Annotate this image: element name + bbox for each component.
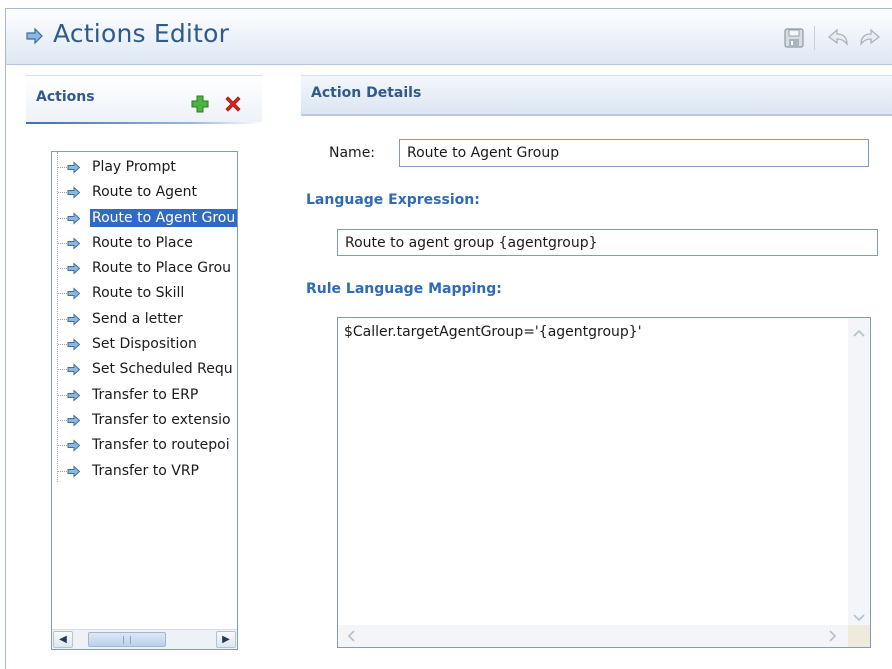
action-tree-item[interactable]: Route to Place [52,231,237,256]
undo-button[interactable] [826,26,850,50]
arrow-right-icon [67,211,81,225]
action-tree-item[interactable]: Play Prompt [52,155,237,180]
scroll-thumb[interactable] [88,632,166,647]
action-item-label: Set Scheduled Requ [92,361,233,378]
tree-connector [58,369,67,371]
tree-connector [58,242,67,244]
tree-connector [58,445,67,447]
chevron-up-icon [853,329,865,337]
chevron-down-icon [853,614,865,622]
scroll-right-button[interactable]: ▶ [216,631,236,648]
action-item-label: Route to Skill [92,285,185,302]
add-action-button[interactable] [190,94,210,114]
page-title: Actions Editor [53,19,230,48]
action-item-label: Route to Agent Grou [88,207,237,228]
save-icon [784,28,804,48]
action-tree-item[interactable]: Transfer to VRP [52,459,237,484]
tree-connector [58,470,67,472]
mapping-scroll-left-button[interactable] [342,627,360,645]
action-item-label: Play Prompt [92,159,176,175]
actions-panel-title: Actions [36,89,95,105]
tree-connector [58,293,67,295]
tree-connector [58,217,67,219]
actions-panel: Actions Play Prompt Route to Agent Route t… [26,75,262,657]
actions-panel-header: Actions [26,75,262,124]
mapping-vertical-scrollbar[interactable] [848,318,870,627]
action-item-label: Set Disposition [92,336,197,353]
scrollbar-corner [848,625,870,647]
action-item-label: Route to Place [92,234,193,251]
action-item-label: Transfer to routepoi [92,437,230,454]
rule-language-mapping-label: Rule Language Mapping: [306,281,502,297]
rule-language-mapping-textarea[interactable]: $Caller.targetAgentGroup='{agentgroup}' [337,317,871,648]
action-tree-item[interactable]: Set Scheduled Requ [52,357,237,382]
delete-x-icon [225,96,241,112]
plus-icon [191,95,209,113]
action-details-panel: Action Details Name: Language Expression… [301,75,892,657]
action-details-underline [301,114,892,116]
editor-header: Actions Editor [6,9,892,65]
action-item-label: Send a letter [92,310,183,327]
chevron-left-icon [347,630,355,642]
arrow-right-icon [67,389,81,402]
arrow-right-icon [26,27,43,45]
tree-connector [58,167,67,168]
arrow-right-icon [67,439,81,452]
chevron-right-icon [829,630,837,642]
actions-horizontal-scrollbar[interactable]: ◀ ▶ [52,629,237,649]
rule-mapping-text: $Caller.targetAgentGroup='{agentgroup}' [344,324,642,340]
save-button[interactable] [782,26,806,50]
arrow-right-icon [67,464,81,478]
arrow-right-icon [67,363,81,377]
arrow-right-icon [67,161,81,174]
arrow-right-icon [67,414,81,427]
action-tree-item[interactable]: Route to Agent [52,180,237,205]
redo-icon [860,28,881,46]
action-item-label: Transfer to VRP [92,462,199,479]
actions-tree-items: Play Prompt Route to Agent Route to Agent … [52,155,237,484]
tree-connector [58,344,67,346]
name-label: Name: [329,145,376,161]
tree-connector [58,318,67,320]
action-tree-item[interactable]: Transfer to extensio [52,408,237,433]
name-input[interactable] [399,139,869,167]
action-item-label: Route to Agent [92,184,198,201]
arrow-right-icon [67,287,81,301]
action-details-title: Action Details [311,85,422,101]
scroll-left-button[interactable]: ◀ [53,631,73,648]
mapping-scroll-right-button[interactable] [824,627,842,645]
toolbar-separator [814,26,815,50]
scroll-thumb-grip [123,636,131,644]
action-tree-item[interactable]: Send a letter [52,307,237,332]
arrow-right-icon [67,237,81,250]
action-tree-item[interactable]: Transfer to ERP [52,383,237,408]
action-tree-item[interactable]: Route to Agent Grou [52,206,237,231]
arrow-right-icon [67,313,81,326]
tree-connector [58,192,67,194]
arrow-right-icon [67,338,81,351]
arrow-right-icon [67,262,81,275]
language-expression-label: Language Expression: [306,192,480,208]
redo-button[interactable] [858,26,882,50]
actions-header-underline [26,122,262,124]
action-item-label: Transfer to extensio [92,411,231,428]
scroll-up-button[interactable] [850,324,868,342]
action-tree-item[interactable]: Set Disposition [52,332,237,357]
actions-tree[interactable]: Play Prompt Route to Agent Route to Agent … [51,151,238,650]
actions-editor-window: Actions Editor Actions Play Prompt Route… [5,8,892,669]
undo-icon [827,28,848,46]
action-item-label: Route to Place Grou [92,260,232,277]
tree-connector [58,268,67,270]
arrow-right-icon [67,186,81,199]
action-tree-item[interactable]: Route to Skill [52,281,237,306]
action-tree-item[interactable]: Transfer to routepoi [52,433,237,458]
tree-connector [58,394,67,396]
mapping-horizontal-scrollbar[interactable] [338,625,848,647]
action-item-label: Transfer to ERP [92,386,199,403]
language-expression-input[interactable] [337,229,878,256]
tree-connector [58,419,67,421]
delete-action-button[interactable] [223,94,243,114]
action-tree-item[interactable]: Route to Place Grou [52,256,237,281]
action-details-header: Action Details [301,75,892,116]
